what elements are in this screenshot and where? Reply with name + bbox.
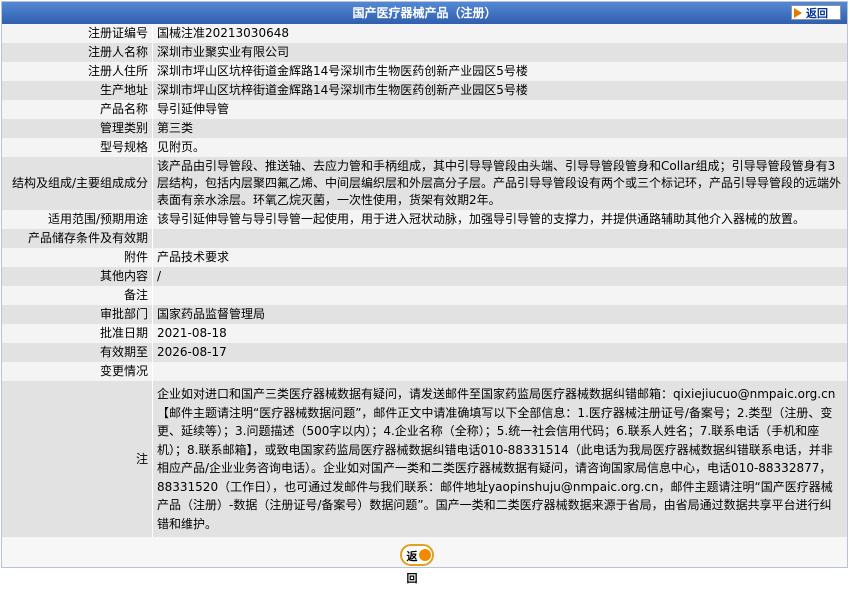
row-label: 注册人名称 xyxy=(2,43,153,62)
back-label-bottom: 返回 xyxy=(406,550,418,585)
table-row: 批准日期 2021-08-18 xyxy=(2,324,847,343)
row-label: 备注 xyxy=(2,286,153,305)
row-value: 国家药品监督管理局 xyxy=(152,305,847,324)
row-value: 产品技术要求 xyxy=(152,248,847,267)
table-row: 产品名称 导引延伸导管 xyxy=(2,100,847,119)
row-label: 注 xyxy=(2,381,153,537)
table-row: 注册证编号 国械注准20213030648 xyxy=(2,24,847,43)
table-row: 型号规格 见附页。 xyxy=(2,138,847,157)
row-value: 第三类 xyxy=(152,119,847,138)
table-row: 结构及组成/主要组成成分 该产品由引导管段、推送轴、去应力管和手柄组成，其中引导导… xyxy=(2,157,847,210)
back-label: 返回 xyxy=(806,7,828,20)
row-label: 变更情况 xyxy=(2,362,153,381)
row-value xyxy=(152,286,847,305)
row-value: 深圳市坪山区坑梓街道金辉路14号深圳市生物医药创新产业园区5号楼 xyxy=(152,62,847,81)
title-bar: 国产医疗器械产品（注册） 返回 xyxy=(2,2,847,24)
table-row: 备注 xyxy=(2,286,847,305)
table-row: 注册人名称 深圳市业聚实业有限公司 xyxy=(2,43,847,62)
table-row: 管理类别 第三类 xyxy=(2,119,847,138)
row-value: 该导引延伸导管与导引导管一起使用，用于进入冠状动脉，加强导引导管的支撑力，并提供… xyxy=(152,210,847,229)
row-label: 产品名称 xyxy=(2,100,153,119)
row-label: 注册证编号 xyxy=(2,24,153,43)
row-label: 适用范围/预期用途 xyxy=(2,210,153,229)
table-row: 其他内容 / xyxy=(2,267,847,286)
row-label: 注册人住所 xyxy=(2,62,153,81)
table-row: 产品储存条件及有效期 xyxy=(2,229,847,248)
row-label: 审批部门 xyxy=(2,305,153,324)
row-label: 批准日期 xyxy=(2,324,153,343)
row-label: 有效期至 xyxy=(2,343,153,362)
table-row: 生产地址 深圳市坪山区坑梓街道金辉路14号深圳市生物医药创新产业园区5号楼 xyxy=(2,81,847,100)
page-title: 国产医疗器械产品（注册） xyxy=(352,6,497,20)
row-value: 深圳市坪山区坑梓街道金辉路14号深圳市生物医药创新产业园区5号楼 xyxy=(152,81,847,100)
row-value: / xyxy=(152,267,847,286)
row-value: 2026-08-17 xyxy=(152,343,847,362)
arrow-circle-icon xyxy=(419,549,431,561)
row-value: 导引延伸导管 xyxy=(152,100,847,119)
row-value xyxy=(152,229,847,248)
row-label: 结构及组成/主要组成成分 xyxy=(2,157,153,210)
back-button-bottom[interactable]: 返回 xyxy=(400,544,434,585)
table-row: 变更情况 xyxy=(2,362,847,381)
note-text: 企业如对进口和国产三类医疗器械数据有疑问，请发送邮件至国家药监局医疗器械数据纠错… xyxy=(152,381,847,537)
table-row: 注册人住所 深圳市坪山区坑梓街道金辉路14号深圳市生物医药创新产业园区5号楼 xyxy=(2,62,847,81)
detail-panel: 国产医疗器械产品（注册） 返回 注册证编号 国械注准20213030648 注册人名… xyxy=(1,1,848,585)
row-label: 其他内容 xyxy=(2,267,153,286)
row-value: 国械注准20213030648 xyxy=(152,24,847,43)
arrow-right-icon xyxy=(794,8,802,18)
back-button-top[interactable]: 返回 xyxy=(791,5,841,20)
row-value: 该产品由引导管段、推送轴、去应力管和手柄组成，其中引导导管段由头端、引导导管段管… xyxy=(152,157,847,210)
row-value: 见附页。 xyxy=(152,138,847,157)
table-row: 适用范围/预期用途 该导引延伸导管与导引导管一起使用，用于进入冠状动脉，加强导引导… xyxy=(2,210,847,229)
row-label: 附件 xyxy=(2,248,153,267)
table-row: 附件 产品技术要求 xyxy=(2,248,847,267)
row-label: 生产地址 xyxy=(2,81,153,100)
table-row: 有效期至 2026-08-17 xyxy=(2,343,847,362)
row-label: 产品储存条件及有效期 xyxy=(2,229,153,248)
row-value: 深圳市业聚实业有限公司 xyxy=(152,43,847,62)
table-row: 审批部门 国家药品监督管理局 xyxy=(2,305,847,324)
table-row-note: 注 企业如对进口和国产三类医疗器械数据有疑问，请发送邮件至国家药监局医疗器械数据… xyxy=(2,381,847,537)
detail-table: 注册证编号 国械注准20213030648 注册人名称 深圳市业聚实业有限公司 注册人住… xyxy=(2,24,847,537)
row-label: 型号规格 xyxy=(2,138,153,157)
row-label: 管理类别 xyxy=(2,119,153,138)
row-value xyxy=(152,362,847,381)
row-value: 2021-08-18 xyxy=(152,324,847,343)
